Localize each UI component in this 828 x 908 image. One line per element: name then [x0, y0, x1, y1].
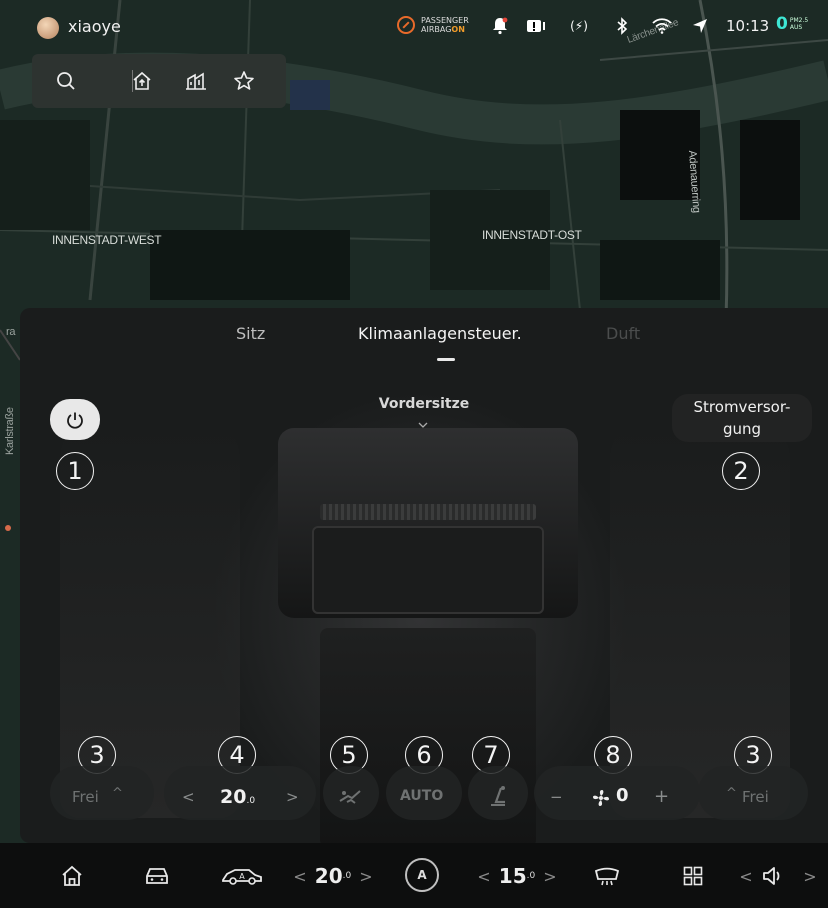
auto-climate-button[interactable]: A: [405, 858, 439, 892]
volume-icon[interactable]: [760, 862, 786, 890]
map-label-karlstrasse: Karlstraße: [4, 407, 16, 455]
signal-icon[interactable]: (⚡): [562, 14, 596, 38]
annotation-2: 2: [722, 452, 760, 490]
bell-icon[interactable]: [488, 14, 512, 38]
airflow-icon: [338, 787, 362, 811]
airbag-icon: [397, 16, 415, 34]
fan-increase-button[interactable]: +: [654, 786, 669, 807]
temp-decrease-button[interactable]: <: [182, 788, 195, 806]
right-temp-increase[interactable]: >: [543, 862, 556, 890]
wifi-icon[interactable]: [650, 14, 674, 38]
bottom-bar: A < 20.0 > A < 15.0 > < >: [0, 843, 828, 908]
auto-label: AUTO: [400, 788, 444, 804]
air-vents-illustration: [320, 504, 536, 520]
search-icon[interactable]: [50, 65, 82, 97]
tab-sitz[interactable]: Sitz: [236, 324, 265, 343]
airbag-state: ON: [451, 25, 465, 34]
climate-tabs: Sitz Klimaanlagensteuer. Duft: [20, 324, 828, 354]
power-supply-label: Stromversor- gung: [693, 398, 791, 438]
tab-duft[interactable]: Duft: [606, 324, 640, 343]
right-temp-decrease[interactable]: <: [477, 862, 490, 890]
front-seats-selector[interactable]: Vordersitze: [340, 396, 508, 412]
left-temp-decrease[interactable]: <: [293, 862, 306, 890]
left-seat-label: Frei: [72, 788, 99, 806]
svg-text:A: A: [239, 872, 245, 881]
status-bar: xiaoye PASSENGER AIRBAGON (⚡) 10:13 0 PM…: [0, 0, 828, 56]
pm-label: PM2.5: [789, 17, 809, 24]
car-icon[interactable]: [142, 862, 172, 890]
map-label-street: ra: [6, 326, 16, 338]
right-temperature[interactable]: 15.0: [494, 862, 540, 890]
volume-decrease[interactable]: <: [739, 862, 752, 890]
username[interactable]: xiaoye: [68, 17, 121, 36]
chevron-up-icon[interactable]: ^: [726, 786, 737, 801]
avatar[interactable]: [37, 17, 59, 39]
map-toolbar: [32, 54, 286, 108]
left-seat-control[interactable]: [50, 766, 154, 820]
temperature-value: 20.0: [220, 786, 256, 808]
annotation-1: 1: [56, 452, 94, 490]
fan-icon: [592, 789, 610, 811]
map-label-innenstadt-west: INNENSTADT-WEST: [52, 233, 162, 247]
bluetooth-icon[interactable]: [610, 14, 634, 38]
climate-panel: Sitz Klimaanlagensteuer. Duft Vordersitz…: [20, 308, 828, 843]
car-side-auto-icon[interactable]: A: [220, 862, 264, 890]
fan-decrease-button[interactable]: −: [550, 788, 563, 806]
building-icon[interactable]: [180, 65, 212, 97]
airbag-label-2: AIRBAG: [421, 25, 452, 34]
chevron-up-icon[interactable]: ^: [112, 786, 123, 801]
left-temperature[interactable]: 20.0: [310, 862, 356, 890]
seat-recline-icon: [487, 785, 509, 813]
power-icon: [67, 412, 83, 429]
pm-value: 0: [776, 14, 788, 34]
airbag-label: PASSENGER: [421, 16, 469, 25]
pm-region: AUS: [789, 24, 803, 31]
fan-speed-value: 0: [616, 785, 629, 806]
air-quality-indicator[interactable]: 0 PM2.5 AUS: [776, 14, 808, 34]
map-label-innenstadt-ost: INNENSTADT-OST: [482, 228, 582, 242]
right-seat-label: Frei: [742, 788, 769, 806]
rear-defrost-icon[interactable]: [592, 862, 622, 890]
clock: 10:13: [726, 17, 770, 35]
navigation-arrow-icon[interactable]: [688, 14, 712, 38]
chevron-down-icon[interactable]: [418, 420, 428, 431]
star-icon[interactable]: [228, 65, 260, 97]
passenger-airbag-status: PASSENGER AIRBAGON: [397, 16, 469, 34]
active-tab-indicator: [437, 358, 455, 361]
left-temp-increase[interactable]: >: [359, 862, 372, 890]
home-icon[interactable]: [58, 862, 86, 890]
apps-grid-icon[interactable]: [680, 862, 706, 890]
home-icon[interactable]: [126, 65, 158, 97]
volume-increase[interactable]: >: [803, 862, 816, 890]
power-button[interactable]: [50, 399, 100, 440]
temp-increase-button[interactable]: >: [286, 788, 299, 806]
power-supply-button[interactable]: Stromversor- gung: [672, 394, 812, 442]
tab-klimaanlagensteuer[interactable]: Klimaanlagensteuer.: [358, 324, 522, 343]
center-screen-illustration: [312, 526, 544, 614]
alert-icon[interactable]: [524, 14, 548, 38]
